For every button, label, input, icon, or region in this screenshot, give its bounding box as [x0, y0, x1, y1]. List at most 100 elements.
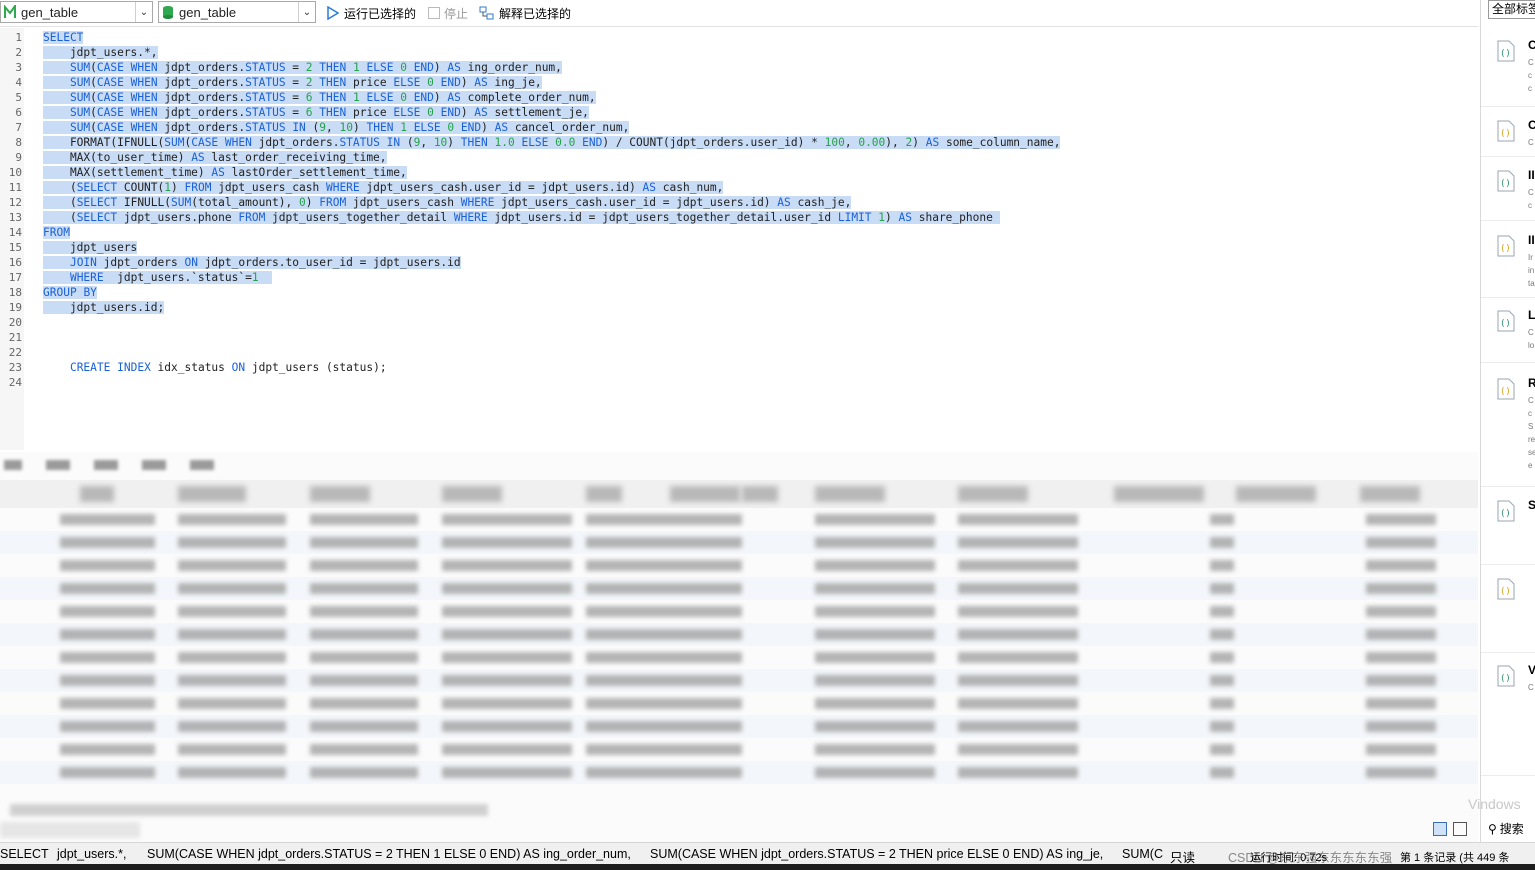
table-cell — [1366, 629, 1436, 640]
result-tab[interactable] — [94, 460, 118, 470]
line-number: 23 — [8, 361, 22, 374]
table-row[interactable] — [0, 692, 1478, 715]
table-cell — [310, 606, 418, 617]
snippet-item[interactable]: () II Cc — [1481, 160, 1535, 221]
table-cell — [442, 537, 572, 548]
column-header[interactable] — [742, 486, 778, 502]
stop-button[interactable]: 停止 — [428, 4, 468, 22]
table-cell — [586, 675, 742, 686]
code-text: (SELECT jdpt_users.phone FROM jdpt_users… — [43, 211, 1000, 224]
table-cell — [586, 514, 742, 525]
table-row[interactable] — [0, 623, 1478, 646]
snippet-item[interactable]: () RCcSre se e — [1481, 368, 1535, 487]
code-text: SUM(CASE WHEN jdpt_orders.STATUS = 6 THE… — [43, 105, 589, 120]
snippet-item[interactable]: () CC — [1481, 110, 1535, 157]
column-header[interactable] — [1114, 486, 1204, 502]
table-row[interactable] — [0, 554, 1478, 577]
tag-filter[interactable]: 全部标签 — [1488, 0, 1535, 19]
code-line: 2 jdpt_users.*, — [0, 45, 1470, 60]
snippet-item[interactable]: () CCcc — [1481, 30, 1535, 107]
table-cell — [310, 721, 418, 732]
result-tab[interactable] — [4, 460, 22, 470]
explain-icon — [479, 6, 494, 20]
svg-text:(): () — [1500, 244, 1511, 254]
snippet-item[interactable]: () VC — [1481, 655, 1535, 776]
table-cell — [586, 560, 742, 571]
run-selected-label: 运行已选择的 — [344, 6, 417, 21]
grid-view-icon[interactable] — [1433, 822, 1447, 836]
result-tab[interactable] — [142, 460, 166, 470]
code-snippet-icon: () — [1497, 120, 1515, 142]
table-row[interactable] — [0, 577, 1478, 600]
horizontal-scrollbar[interactable] — [10, 804, 488, 816]
snippet-item[interactable]: () — [1481, 568, 1535, 653]
table-cell — [1210, 583, 1234, 594]
table-row[interactable] — [0, 600, 1478, 623]
snippet-search[interactable]: ⚲ 搜索 — [1488, 820, 1524, 837]
connection-combo[interactable]: gen_table ⌄ — [0, 1, 153, 23]
code-line: 4 SUM(CASE WHEN jdpt_orders.STATUS = 2 T… — [0, 75, 1470, 90]
table-cell — [1366, 744, 1436, 755]
column-header[interactable] — [670, 486, 740, 502]
snippet-panel: 全部标签 ()CCcc()CC()IICc()IIIrinta()LClo()R… — [1480, 0, 1535, 842]
code-text: FROM — [43, 226, 70, 239]
list-view-icon[interactable] — [1453, 822, 1467, 836]
chevron-down-icon[interactable]: ⌄ — [298, 2, 315, 22]
table-row[interactable] — [0, 531, 1478, 554]
column-header[interactable] — [586, 486, 622, 502]
table-cell — [442, 560, 572, 571]
snippet-description: S — [1528, 422, 1534, 431]
table-cell — [586, 652, 742, 663]
table-row[interactable] — [0, 761, 1478, 784]
table-cell — [815, 583, 935, 594]
results-panel — [0, 452, 1478, 842]
code-line: 22 — [0, 345, 1470, 360]
table-cell — [1366, 652, 1436, 663]
column-header[interactable] — [442, 486, 502, 502]
table-cell — [442, 652, 572, 663]
table-cell — [178, 767, 286, 778]
column-header[interactable] — [1360, 486, 1420, 502]
table-row[interactable] — [0, 669, 1478, 692]
code-text: jdpt_users.*, — [43, 46, 158, 59]
run-selected-button[interactable]: 运行已选择的 — [326, 4, 416, 22]
sql-editor[interactable]: 1 SELECT 2 jdpt_users.*, 3 SUM(CASE WHEN jd… — [0, 28, 1478, 450]
table-row[interactable] — [0, 646, 1478, 669]
snippet-title: II — [1528, 168, 1535, 182]
column-header[interactable] — [815, 486, 885, 502]
table-row[interactable] — [0, 508, 1478, 531]
table-row[interactable] — [0, 715, 1478, 738]
snippet-description: c — [1528, 409, 1532, 418]
column-header[interactable] — [178, 486, 246, 502]
table-cell — [310, 652, 418, 663]
snippet-item[interactable]: () L Clo — [1481, 300, 1535, 363]
snippet-title: S — [1528, 498, 1535, 512]
snippet-item[interactable]: () S — [1481, 490, 1535, 565]
database-combo[interactable]: gen_table ⌄ — [158, 1, 316, 23]
line-number: 22 — [8, 346, 22, 359]
table-cell — [442, 514, 572, 525]
chevron-down-icon[interactable]: ⌄ — [135, 2, 152, 22]
table-cell — [178, 606, 286, 617]
code-line: 6 SUM(CASE WHEN jdpt_orders.STATUS = 6 T… — [0, 105, 1470, 120]
snippet-description: Ir — [1528, 253, 1533, 262]
column-header[interactable] — [80, 486, 114, 502]
column-header[interactable] — [958, 486, 1028, 502]
table-cell — [958, 767, 1078, 778]
line-number: 9 — [15, 151, 22, 164]
result-tab[interactable] — [190, 460, 214, 470]
result-tab[interactable] — [46, 460, 70, 470]
code-text: jdpt_users — [43, 241, 138, 254]
line-number: 7 — [15, 121, 22, 134]
run-time-status: 运行时间: 0.72s — [1250, 852, 1328, 864]
table-row[interactable] — [0, 738, 1478, 761]
snippet-description: C — [1528, 58, 1534, 67]
column-header[interactable] — [1236, 486, 1316, 502]
table-cell — [815, 744, 935, 755]
table-cell — [442, 629, 572, 640]
snippet-description: in — [1528, 266, 1535, 275]
snippet-item[interactable]: () II Ir in ta — [1481, 225, 1535, 298]
code-line: 9 MAX(to_user_time) AS last_order_receiv… — [0, 150, 1470, 165]
explain-selected-button[interactable]: 解释已选择的 — [479, 4, 571, 22]
column-header[interactable] — [310, 486, 370, 502]
